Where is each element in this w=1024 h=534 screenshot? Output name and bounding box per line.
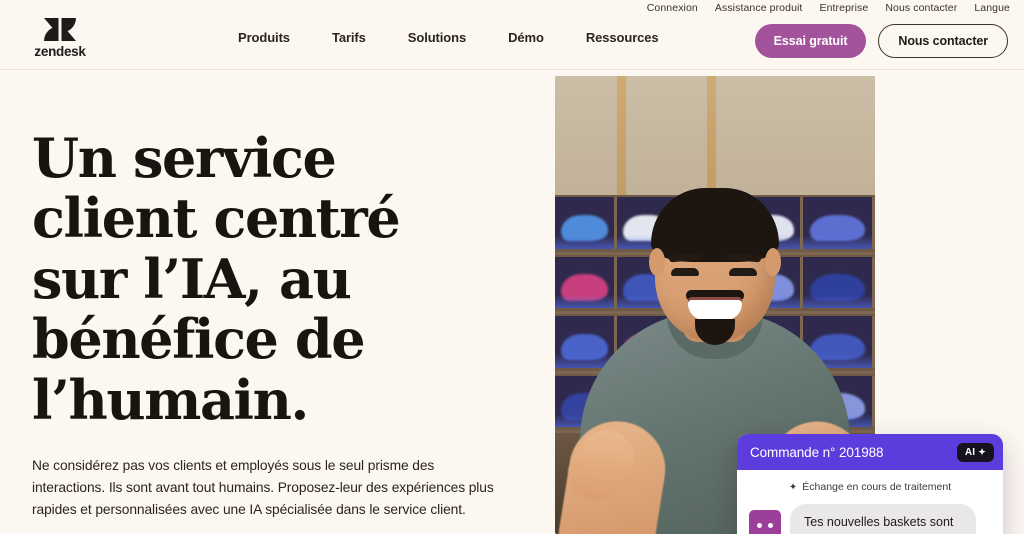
nav-item-produits[interactable]: Produits (238, 30, 290, 45)
utility-nav: Connexion Assistance produit Entreprise … (647, 0, 1010, 16)
hero-subtitle: Ne considérez pas vos clients et employé… (32, 458, 494, 517)
main-nav: Produits Tarifs Solutions Démo Ressource… (238, 30, 659, 45)
zendesk-wordmark: zendesk (34, 44, 86, 59)
utility-link-nous-contacter[interactable]: Nous contacter (885, 2, 957, 14)
shelf-cubby (555, 256, 617, 309)
site-header: Connexion Assistance produit Entreprise … (0, 0, 1024, 70)
shelf-cubby (803, 197, 875, 249)
ai-badge: AI ✦ (956, 442, 994, 462)
shelf-cubby (555, 197, 617, 249)
chat-status: ✦ Échange en cours de traitement (749, 481, 991, 493)
chat-message-bubble: Tes nouvelles baskets sont en route ! (790, 504, 976, 534)
sparkle-icon: ✦ (978, 446, 986, 457)
chat-card-header: Commande n° 201988 AI ✦ (737, 434, 1003, 470)
person-eye-left (671, 268, 699, 276)
utility-link-entreprise[interactable]: Entreprise (819, 2, 868, 14)
free-trial-button[interactable]: Essai gratuit (754, 24, 867, 58)
utility-link-assistance-produit[interactable]: Assistance produit (715, 2, 803, 14)
person-ear-right (765, 248, 781, 276)
hero-text-block: Un service client centré sur l’IA, au bé… (32, 128, 532, 534)
nav-item-demo[interactable]: Démo (508, 30, 544, 45)
hero-title: Un service client centré sur l’IA, au bé… (32, 126, 401, 432)
header-main-bar: zendesk Produits Tarifs Solutions Démo R… (0, 16, 1024, 70)
chat-card-body: ✦ Échange en cours de traitement Tes nou… (737, 470, 1003, 534)
person-eye-right (729, 268, 757, 276)
nav-item-tarifs[interactable]: Tarifs (332, 30, 366, 45)
person-ear-left (649, 248, 665, 276)
utility-link-connexion[interactable]: Connexion (647, 2, 698, 14)
hero-section: Un service client centré sur l’IA, au bé… (0, 70, 1024, 534)
ai-badge-label: AI (964, 446, 976, 458)
person-smile (688, 300, 742, 320)
nav-item-ressources[interactable]: Ressources (586, 30, 659, 45)
sparkle-icon: ✦ (788, 481, 798, 493)
order-number-title: Commande n° 201988 (750, 444, 884, 460)
zendesk-logo[interactable]: zendesk (32, 17, 88, 59)
chat-message-row: Tes nouvelles baskets sont en route ! (749, 504, 991, 534)
header-cta-group: Essai gratuit Nous contacter (754, 24, 1008, 58)
bot-avatar-icon (749, 510, 781, 534)
contact-us-button[interactable]: Nous contacter (878, 24, 1008, 58)
chat-status-label: Échange en cours de traitement (802, 481, 952, 493)
zendesk-z-mark-icon (44, 18, 76, 41)
nav-item-solutions[interactable]: Solutions (408, 30, 466, 45)
utility-link-langue[interactable]: Langue (974, 2, 1010, 14)
order-chat-card: Commande n° 201988 AI ✦ ✦ Échange en cou… (737, 434, 1003, 534)
shelf-cubby (803, 256, 875, 309)
